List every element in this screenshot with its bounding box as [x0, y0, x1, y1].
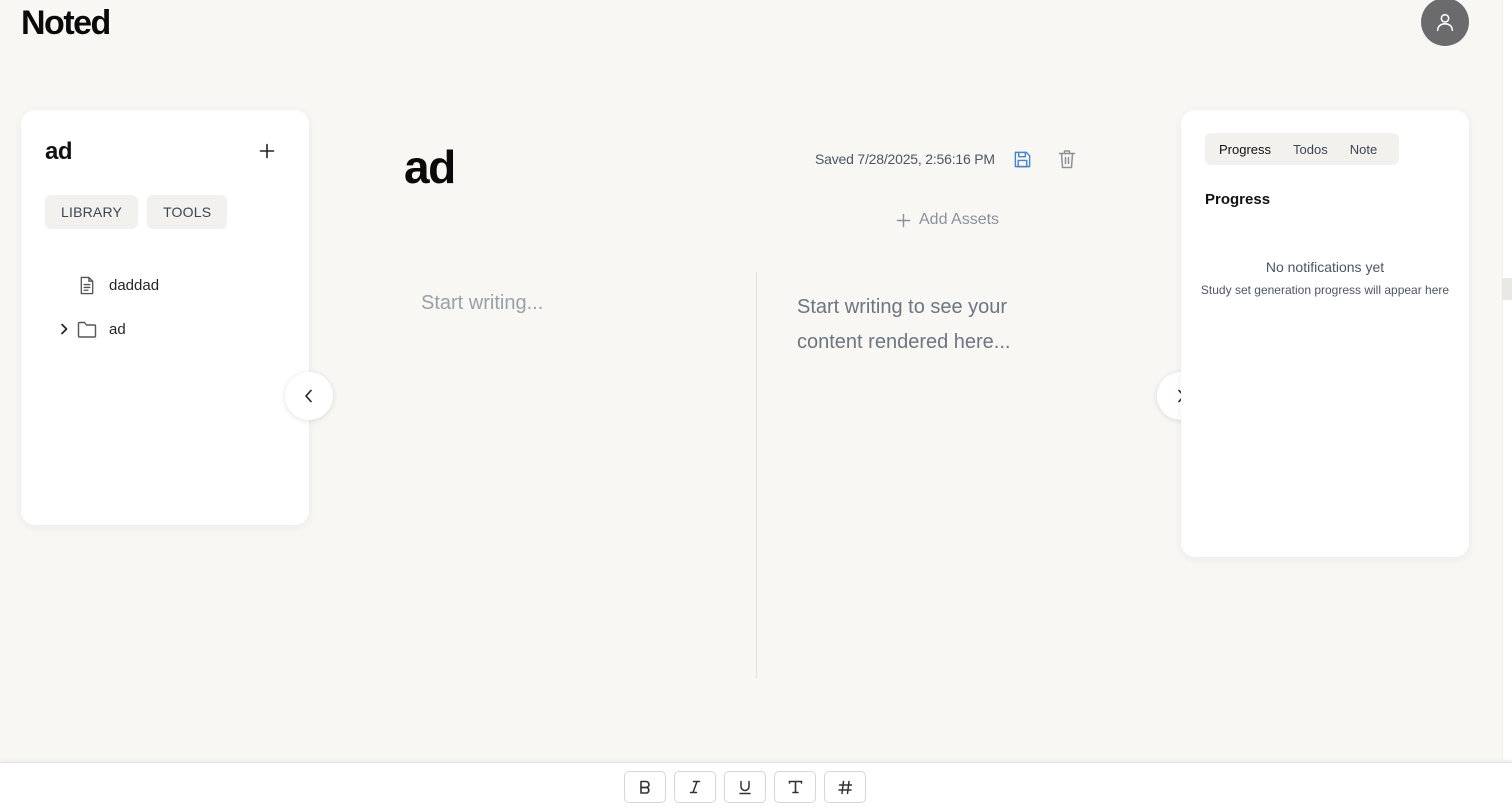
tab-library[interactable]: LIBRARY [45, 195, 139, 229]
tree-item-file[interactable]: daddad [51, 263, 291, 307]
hash-icon [837, 780, 852, 794]
collapse-left-button[interactable] [285, 372, 333, 420]
scrollbar-thumb[interactable] [1502, 278, 1512, 300]
chevron-left-icon [305, 389, 312, 403]
heading-button[interactable] [824, 771, 866, 803]
user-icon [1436, 13, 1454, 32]
tab-progress[interactable]: Progress [1209, 136, 1281, 163]
plus-icon [259, 143, 275, 159]
library-tabs: LIBRARY TOOLS [45, 195, 228, 229]
tree-item-label: daddad [109, 276, 160, 294]
app-logo: Noted [21, 4, 111, 42]
file-tree: daddad ad [51, 263, 291, 351]
empty-state-subtitle: Study set generation progress will appea… [1200, 283, 1450, 297]
user-avatar[interactable] [1421, 0, 1469, 46]
formatting-toolbar [0, 762, 1512, 812]
bold-button[interactable] [624, 771, 666, 803]
underline-button[interactable] [724, 771, 766, 803]
empty-state-title: No notifications yet [1265, 259, 1385, 275]
bold-icon [640, 780, 650, 794]
save-icon [1014, 151, 1030, 167]
chevron-right-icon[interactable] [51, 323, 77, 335]
library-panel: ad LIBRARY TOOLS daddad ad [21, 110, 309, 525]
document-title[interactable]: ad [404, 140, 456, 194]
progress-heading: Progress [1205, 191, 1271, 208]
delete-button[interactable] [1053, 145, 1081, 173]
trash-icon [1058, 150, 1076, 169]
library-title: ad [45, 138, 73, 165]
italic-icon [689, 780, 701, 794]
scrollbar-track[interactable] [1502, 0, 1512, 760]
editor-divider [756, 272, 757, 679]
file-text-icon [77, 275, 97, 295]
add-assets-button[interactable]: Add Assets [896, 211, 999, 229]
saved-status: Saved 7/28/2025, 2:56:16 PM [815, 151, 995, 167]
note-editor-input[interactable] [404, 272, 744, 672]
side-panel: Progress Todos Note Progress No notifica… [1181, 110, 1469, 557]
save-button[interactable] [1008, 145, 1036, 173]
add-assets-label: Add Assets [919, 211, 1000, 228]
add-item-button[interactable] [254, 138, 280, 164]
tab-tools[interactable]: TOOLS [147, 195, 228, 229]
tab-todos[interactable]: Todos [1283, 136, 1338, 163]
italic-button[interactable] [674, 771, 716, 803]
folder-icon [77, 319, 97, 339]
underline-icon [739, 780, 751, 794]
plus-icon [896, 213, 911, 227]
tab-note[interactable]: Note [1340, 136, 1387, 163]
side-panel-tabs: Progress Todos Note [1205, 133, 1399, 165]
tree-item-folder[interactable]: ad [51, 307, 291, 351]
text-button[interactable] [774, 771, 816, 803]
preview-placeholder: Start writing to see your content render… [797, 296, 1011, 353]
tree-item-label: ad [109, 320, 126, 338]
type-icon [788, 780, 802, 794]
